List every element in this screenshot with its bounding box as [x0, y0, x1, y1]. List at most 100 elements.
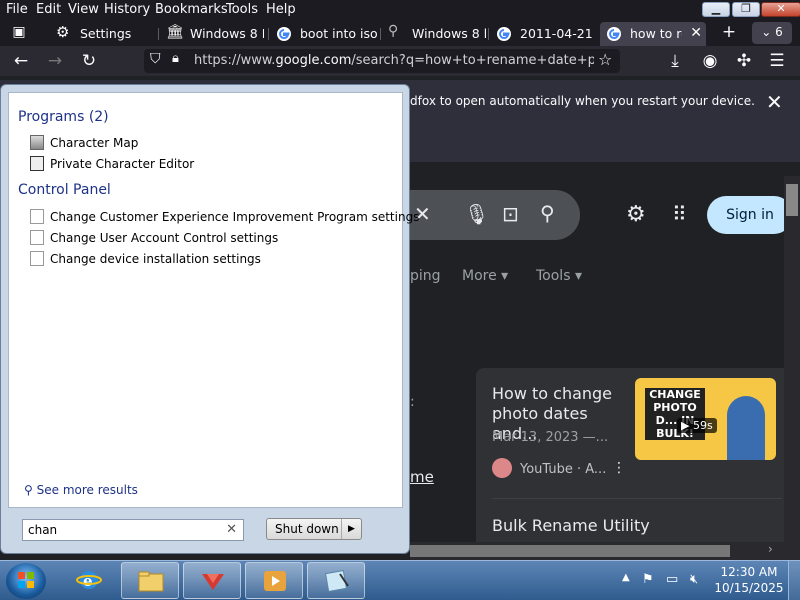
apps-grid-icon[interactable]: ⠿: [672, 202, 687, 226]
tab-windows8-a[interactable]: 🏛 Windows 8 B: [160, 22, 264, 46]
result-device-installation-settings[interactable]: Change device installation settings: [30, 251, 261, 266]
result-ceip-settings[interactable]: Change Customer Experience Improvement P…: [30, 209, 419, 224]
minimize-icon: ▁: [711, 2, 721, 15]
tab-windows8-b[interactable]: ⚲ Windows 8 b: [382, 22, 486, 46]
result-character-map[interactable]: Character Map: [30, 135, 138, 150]
scrollbar-thumb[interactable]: [410, 545, 730, 557]
start-menu-footer: chan ✕ Shut down ▶: [8, 513, 403, 547]
google-icon: [497, 27, 511, 41]
card-divider: [492, 498, 782, 499]
filter-more[interactable]: More ▾: [462, 268, 508, 284]
tab-settings[interactable]: ⚙ Settings: [50, 22, 152, 46]
clock-time: 12:30 AM: [720, 565, 778, 579]
reload-button[interactable]: ↻: [78, 51, 100, 73]
bookmark-star-icon[interactable]: ☆: [598, 50, 612, 69]
menu-file[interactable]: File: [6, 2, 28, 17]
folder-icon: [138, 571, 164, 592]
scroll-right-icon[interactable]: ›: [768, 542, 773, 556]
tab-2011-04-21[interactable]: 2011-04-21 -: [490, 22, 594, 46]
vertical-scrollbar[interactable]: [784, 176, 800, 560]
menu-history[interactable]: History: [104, 2, 150, 17]
menu-view[interactable]: View: [68, 2, 99, 17]
tab-how-to-rename[interactable]: how to rer ✕: [600, 22, 706, 46]
extensions-button[interactable]: ✣: [733, 51, 755, 73]
caret-down-icon: ▾: [501, 268, 509, 284]
tab-list-button[interactable]: ▣: [8, 22, 30, 44]
filter-shopping[interactable]: ping: [410, 268, 441, 284]
svg-text:e: e: [83, 572, 93, 590]
result-link-fragment[interactable]: me: [410, 468, 434, 486]
microphone-icon[interactable]: 🎙︎: [464, 202, 489, 226]
programs-header[interactable]: Programs (2): [18, 109, 109, 125]
reload-icon: ↻: [81, 51, 97, 71]
show-desktop-button[interactable]: [788, 561, 800, 600]
puzzle-icon: ✣: [736, 51, 752, 71]
menu-edit[interactable]: Edit: [36, 2, 61, 17]
volume-muted-icon[interactable]: 🔇︎: [690, 572, 698, 587]
tab-label: boot into iso: [300, 26, 378, 41]
character-editor-icon: [30, 156, 44, 171]
network-icon[interactable]: ▭: [666, 572, 678, 587]
app-menu-button[interactable]: ☰: [766, 51, 788, 73]
google-icon: [277, 27, 291, 41]
url-prefix: https://www.: [194, 53, 276, 68]
camera-lens-icon[interactable]: ⊡: [502, 202, 519, 226]
result-label: Private Character Editor: [50, 157, 195, 171]
menu-bookmarks[interactable]: Bookmarks: [155, 2, 228, 17]
close-window-button[interactable]: ✕: [761, 2, 800, 17]
video-date: Mar 13, 2023 —...: [492, 430, 609, 445]
tab-overflow-button[interactable]: ⌄ 6: [752, 22, 792, 44]
red-app-icon: [202, 574, 224, 590]
start-search-input[interactable]: chan ✕: [22, 519, 244, 541]
shut-down-button[interactable]: Shut down ▶: [266, 518, 362, 540]
control-panel-header[interactable]: Control Panel: [18, 182, 111, 198]
tab-count: 6: [775, 25, 783, 39]
clear-search-icon[interactable]: ✕: [226, 522, 237, 537]
filter-tools[interactable]: Tools ▾: [536, 268, 582, 284]
search-input-value: chan: [28, 523, 58, 537]
result-private-character-editor[interactable]: Private Character Editor: [30, 156, 194, 171]
shutdown-options-arrow-icon[interactable]: ▶: [341, 519, 361, 539]
video-duration: ▶ 59s: [677, 418, 717, 433]
account-button[interactable]: ◉: [699, 51, 721, 73]
more-options-icon[interactable]: ⋮: [612, 460, 626, 476]
search-icon[interactable]: ⚲: [540, 201, 555, 225]
new-tab-button[interactable]: +: [718, 22, 740, 44]
forward-button[interactable]: →: [44, 51, 66, 73]
result-uac-settings[interactable]: Change User Account Control settings: [30, 230, 278, 245]
back-button[interactable]: ←: [10, 51, 32, 73]
notification-text: dfox to open automatically when you rest…: [410, 94, 755, 108]
menu-help[interactable]: Help: [266, 2, 296, 17]
taskbar-app-red[interactable]: [183, 562, 241, 599]
menu-tools[interactable]: Tools: [226, 2, 258, 17]
taskbar-notepad[interactable]: [307, 562, 365, 599]
settings-gear-icon[interactable]: ⚙: [626, 202, 646, 227]
close-tab-icon[interactable]: ✕: [690, 25, 702, 41]
minimize-button[interactable]: ▁: [702, 2, 730, 17]
see-more-results-link[interactable]: ⚲ See more results: [24, 483, 138, 497]
start-menu: Programs (2) Character Map Private Chara…: [0, 84, 419, 554]
horizontal-scrollbar[interactable]: [410, 542, 784, 560]
video-thumbnail[interactable]: CHANGE PHOTO D... IN BULK! ▶ 59s: [635, 378, 776, 460]
url-bar[interactable]: ⛉ 🔒︎ https://www.google.com/search?q=how…: [144, 49, 620, 73]
start-button[interactable]: [6, 563, 46, 599]
see-more-label: See more results: [36, 483, 138, 497]
result-title[interactable]: Bulk Rename Utility: [492, 516, 650, 535]
url-domain: google.com: [275, 53, 352, 68]
windows-logo-icon: [18, 572, 34, 588]
scrollbar-thumb[interactable]: [786, 184, 798, 216]
system-clock[interactable]: 12:30 AM 10/15/2025: [714, 564, 784, 596]
show-hidden-icons[interactable]: ▲: [622, 572, 630, 583]
action-center-flag-icon[interactable]: ⚑: [642, 572, 654, 587]
downloads-button[interactable]: ⤓: [664, 51, 686, 73]
taskbar-file-explorer[interactable]: [121, 562, 179, 599]
media-player-icon: [264, 571, 286, 591]
document-icon: [30, 230, 44, 245]
restore-button[interactable]: ❐: [732, 2, 760, 17]
result-label: Change device installation settings: [50, 252, 261, 266]
sign-in-button[interactable]: Sign in: [707, 196, 793, 234]
taskbar-internet-explorer[interactable]: e: [60, 562, 118, 599]
taskbar-media-player[interactable]: [245, 562, 303, 599]
tab-boot-into-iso[interactable]: boot into iso: [270, 22, 378, 46]
close-icon[interactable]: ✕: [766, 90, 783, 114]
